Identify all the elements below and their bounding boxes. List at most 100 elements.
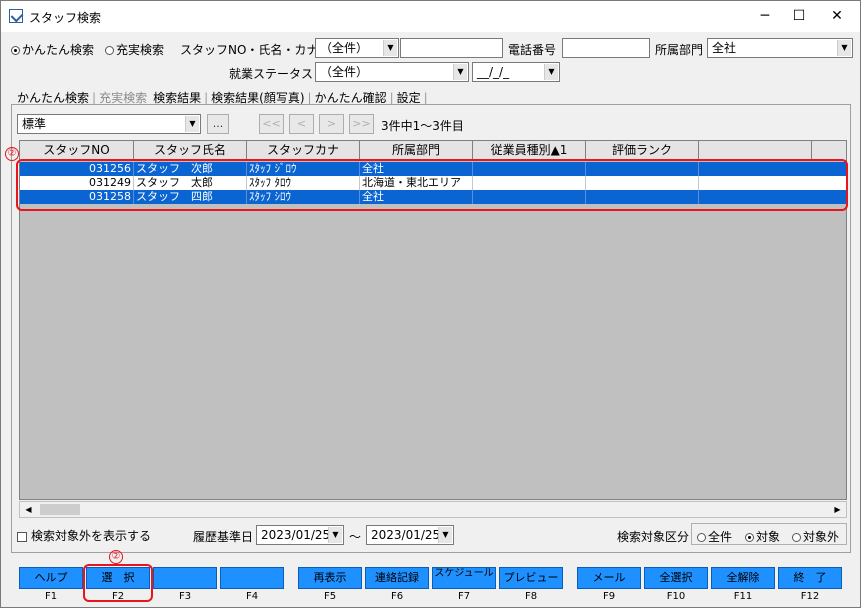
annotation-marker-grid: ② [5,147,19,161]
cell-staff-name: スタッフ 太郎 [134,176,247,190]
mode-easy-label: かんたん検索 [22,43,95,57]
checkbox-icon [17,531,27,542]
history-date-to-value: 2023/01/25 [371,528,441,542]
cell-staff-no: 031258 [20,190,134,204]
scroll-left-icon[interactable]: ◀ [20,502,37,517]
horizontal-scrollbar[interactable]: ◀ ▶ [19,501,847,518]
scope-excluded-label: 対象外 [803,530,840,544]
table-row[interactable]: 031249 スタッフ 太郎 ｽﾀｯﾌ ﾀﾛｳ 北海道・東北エリア [20,176,846,190]
grid-header: スタッフNO スタッフ氏名 スタッフカナ 所属部門 従業員種別▲1 評価ランク [20,141,846,161]
cell-staff-kana: ｽﾀｯﾌ ｼﾛｳ [247,190,360,204]
chevron-down-icon: ▼ [544,64,558,80]
cell-rank [586,190,699,204]
column-header-staff-no[interactable]: スタッフNO [20,141,134,161]
title-bar: スタッフ検索 ─ ☐ ✕ [1,1,860,32]
column-header-staff-name[interactable]: スタッフ氏名 [134,141,247,161]
f4-button[interactable] [220,567,284,589]
cell-blank [699,190,846,204]
dept-select[interactable]: 全社 ▼ [707,38,853,58]
cell-staff-kana: ｽﾀｯﾌ ｼﾞﾛｳ [247,162,360,176]
staff-filter-label: スタッフNO・氏名・カナ [180,43,319,57]
history-date-from-select[interactable]: 2023/01/25 ▼ [256,525,344,545]
fkey-label-f6: F6 [390,591,404,602]
dept-label: 所属部門 [655,43,704,57]
view-settings-button[interactable]: ... [207,114,229,134]
table-row[interactable]: 031256 スタッフ 次郎 ｽﾀｯﾌ ｼﾞﾛｳ 全社 [20,162,846,176]
refresh-button[interactable]: 再表示 [298,567,362,589]
prev-page-button[interactable]: < [289,114,314,134]
scope-label: 検索対象区分 [617,530,690,544]
schedule-button[interactable]: スケジュール [432,567,496,589]
column-header-employee-type[interactable]: 従業員種別▲1 [473,141,586,161]
chevron-down-icon: ▼ [383,40,397,56]
next-page-button[interactable]: > [319,114,344,134]
column-header-staff-kana[interactable]: スタッフカナ [247,141,360,161]
scope-all-radio[interactable]: 全件 [697,528,732,545]
first-page-button[interactable]: << [259,114,284,134]
cell-dept: 全社 [360,190,473,204]
fkey-label-f9: F9 [602,591,616,602]
cell-staff-name: スタッフ 次郎 [134,162,247,176]
radio-dot-icon [105,46,114,55]
scope-excluded-radio[interactable]: 対象外 [792,528,839,545]
view-value: 標準 [22,117,47,131]
fkey-label-f10: F10 [666,591,686,602]
mode-easy-radio[interactable]: かんたん検索 [11,41,94,58]
deselect-all-button[interactable]: 全解除 [711,567,775,589]
date-range-tilde: ～ [349,530,362,544]
radio-dot-icon [745,533,754,542]
scope-target-label: 対象 [756,530,781,544]
staff-filter-select[interactable]: （全件） ▼ [315,38,399,58]
cell-dept: 北海道・東北エリア [360,176,473,190]
employment-date-select[interactable]: __/_/_ ▼ [472,62,560,82]
column-header-dept[interactable]: 所属部門 [360,141,473,161]
staff-search-window: スタッフ検索 ─ ☐ ✕ かんたん検索 充実検索 スタッフNO・氏名・カナ （全… [0,0,861,608]
cell-blank [699,176,846,190]
help-button[interactable]: ヘルプ [19,567,83,589]
employment-select[interactable]: （全件） ▼ [315,62,469,82]
f3-button[interactable] [153,567,217,589]
exit-button[interactable]: 終 了 [778,567,842,589]
preview-button[interactable]: プレビュー [499,567,563,589]
fkey-label-f4: F4 [245,591,259,602]
contact-log-button[interactable]: 連絡記録 [365,567,429,589]
scrollbar-thumb[interactable] [40,504,80,515]
cell-staff-no: 031256 [20,162,134,176]
cell-blank [699,162,846,176]
view-select[interactable]: 標準 ▼ [17,114,201,134]
fkey-label-f2: F2 [111,591,125,602]
window-app-icon [9,9,23,23]
employment-label: 就業ステータス [229,67,314,81]
fkey-label-f1: F1 [44,591,58,602]
cell-dept: 全社 [360,162,473,176]
scroll-right-icon[interactable]: ▶ [829,502,846,517]
chevron-down-icon: ▼ [837,40,851,56]
mode-full-radio[interactable]: 充実検索 [105,41,164,58]
select-all-button[interactable]: 全選択 [644,567,708,589]
column-header-blank[interactable] [699,141,812,161]
fkey-label-f3: F3 [178,591,192,602]
scope-target-radio[interactable]: 対象 [745,528,780,545]
employment-date-value: __/_/_ [477,65,510,79]
history-date-to-select[interactable]: 2023/01/25 ▼ [366,525,454,545]
chevron-down-icon: ▼ [185,116,199,132]
cell-employee-type [473,190,586,204]
mail-button[interactable]: メール [577,567,641,589]
last-page-button[interactable]: >> [349,114,374,134]
radio-dot-icon [792,533,801,542]
results-grid[interactable]: スタッフNO スタッフ氏名 スタッフカナ 所属部門 従業員種別▲1 評価ランク … [19,140,847,500]
show-excluded-label: 検索対象外を表示する [31,529,152,543]
close-button[interactable]: ✕ [814,1,860,32]
show-excluded-checkbox[interactable]: 検索対象外を表示する [17,527,151,544]
column-header-rank[interactable]: 評価ランク [586,141,699,161]
radio-dot-icon [697,533,706,542]
table-row[interactable]: 031258 スタッフ 四郎 ｽﾀｯﾌ ｼﾛｳ 全社 [20,190,846,204]
phone-input[interactable] [562,38,650,58]
annotation-marker-select: ② [109,550,123,564]
cell-rank [586,162,699,176]
select-button[interactable]: 選 択 [86,567,150,589]
scope-all-label: 全件 [708,530,733,544]
staff-search-input[interactable] [400,38,503,58]
fkey-label-f5: F5 [323,591,337,602]
dept-value: 全社 [712,41,737,55]
